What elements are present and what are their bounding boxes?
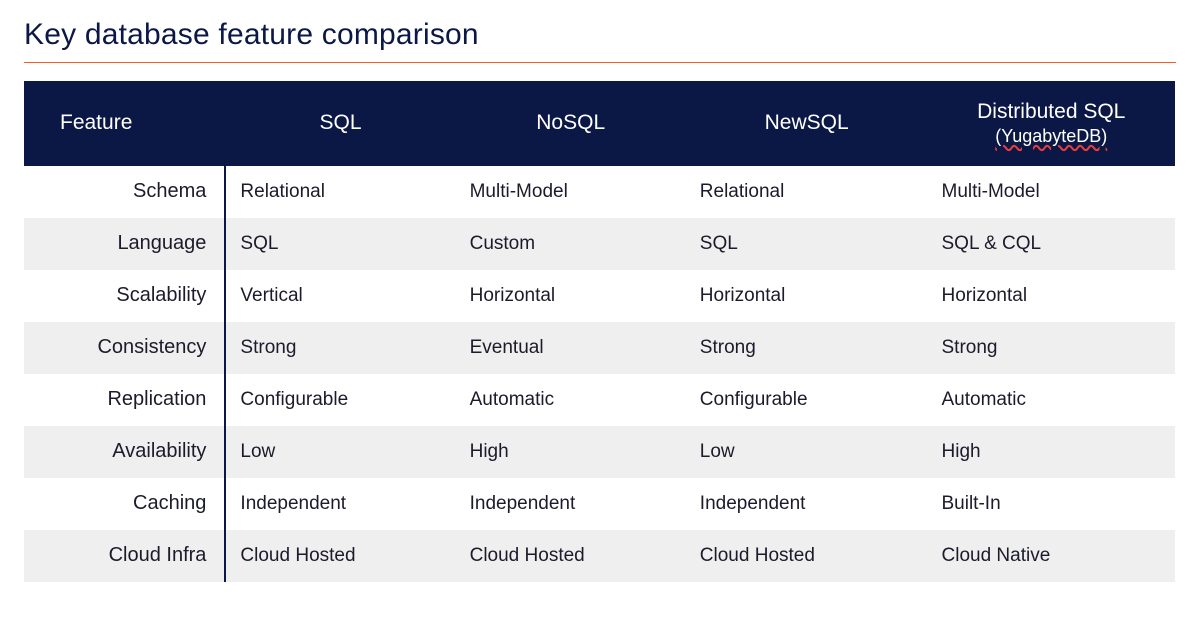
cell-value: Vertical xyxy=(225,270,455,322)
cell-value: Strong xyxy=(928,322,1176,374)
row-label: Scalability xyxy=(24,270,225,322)
cell-value: Horizontal xyxy=(456,270,686,322)
comparison-table: Feature SQL NoSQL NewSQL Distributed SQL… xyxy=(24,81,1176,582)
row-label: Caching xyxy=(24,478,225,530)
cell-value: Low xyxy=(686,426,928,478)
cell-value: High xyxy=(928,426,1176,478)
cell-value: Relational xyxy=(686,166,928,218)
row-label: Cloud Infra xyxy=(24,530,225,582)
cell-value: Automatic xyxy=(928,374,1176,426)
cell-value: Cloud Hosted xyxy=(225,530,455,582)
cell-value: Horizontal xyxy=(928,270,1176,322)
cell-value: Built-In xyxy=(928,478,1176,530)
table-row: AvailabilityLowHighLowHigh xyxy=(24,426,1175,478)
cell-value: Independent xyxy=(456,478,686,530)
page-title: Key database feature comparison xyxy=(24,18,1176,62)
table-body: SchemaRelationalMulti-ModelRelationalMul… xyxy=(24,166,1175,582)
row-label: Schema xyxy=(24,166,225,218)
title-rule xyxy=(24,62,1176,63)
cell-value: Automatic xyxy=(456,374,686,426)
table-row: ScalabilityVerticalHorizontalHorizontalH… xyxy=(24,270,1175,322)
cell-value: Relational xyxy=(225,166,455,218)
row-label: Replication xyxy=(24,374,225,426)
cell-value: Configurable xyxy=(225,374,455,426)
table-header-row: Feature SQL NoSQL NewSQL Distributed SQL… xyxy=(24,81,1175,166)
table-row: Cloud InfraCloud HostedCloud HostedCloud… xyxy=(24,530,1175,582)
cell-value: Horizontal xyxy=(686,270,928,322)
cell-value: Multi-Model xyxy=(456,166,686,218)
cell-value: Multi-Model xyxy=(928,166,1176,218)
table-row: CachingIndependentIndependentIndependent… xyxy=(24,478,1175,530)
col-header-newsql: NewSQL xyxy=(686,81,928,166)
table-row: ReplicationConfigurableAutomaticConfigur… xyxy=(24,374,1175,426)
col-header-sql: SQL xyxy=(225,81,455,166)
col-header-dsql-line2: (YugabyteDB) xyxy=(995,126,1107,146)
cell-value: SQL xyxy=(225,218,455,270)
col-header-nosql: NoSQL xyxy=(456,81,686,166)
cell-value: Custom xyxy=(456,218,686,270)
cell-value: Cloud Native xyxy=(928,530,1176,582)
col-header-feature: Feature xyxy=(24,81,225,166)
cell-value: SQL xyxy=(686,218,928,270)
cell-value: Independent xyxy=(225,478,455,530)
row-label: Availability xyxy=(24,426,225,478)
table-row: LanguageSQLCustomSQLSQL & CQL xyxy=(24,218,1175,270)
row-label: Language xyxy=(24,218,225,270)
cell-value: Strong xyxy=(225,322,455,374)
table-row: ConsistencyStrongEventualStrongStrong xyxy=(24,322,1175,374)
cell-value: High xyxy=(456,426,686,478)
cell-value: Independent xyxy=(686,478,928,530)
col-header-dsql-line1: Distributed SQL xyxy=(977,100,1125,123)
row-label: Consistency xyxy=(24,322,225,374)
cell-value: Cloud Hosted xyxy=(686,530,928,582)
cell-value: SQL & CQL xyxy=(928,218,1176,270)
cell-value: Cloud Hosted xyxy=(456,530,686,582)
table-row: SchemaRelationalMulti-ModelRelationalMul… xyxy=(24,166,1175,218)
cell-value: Low xyxy=(225,426,455,478)
cell-value: Eventual xyxy=(456,322,686,374)
cell-value: Configurable xyxy=(686,374,928,426)
col-header-distributed-sql: Distributed SQL (YugabyteDB) xyxy=(928,81,1176,166)
cell-value: Strong xyxy=(686,322,928,374)
